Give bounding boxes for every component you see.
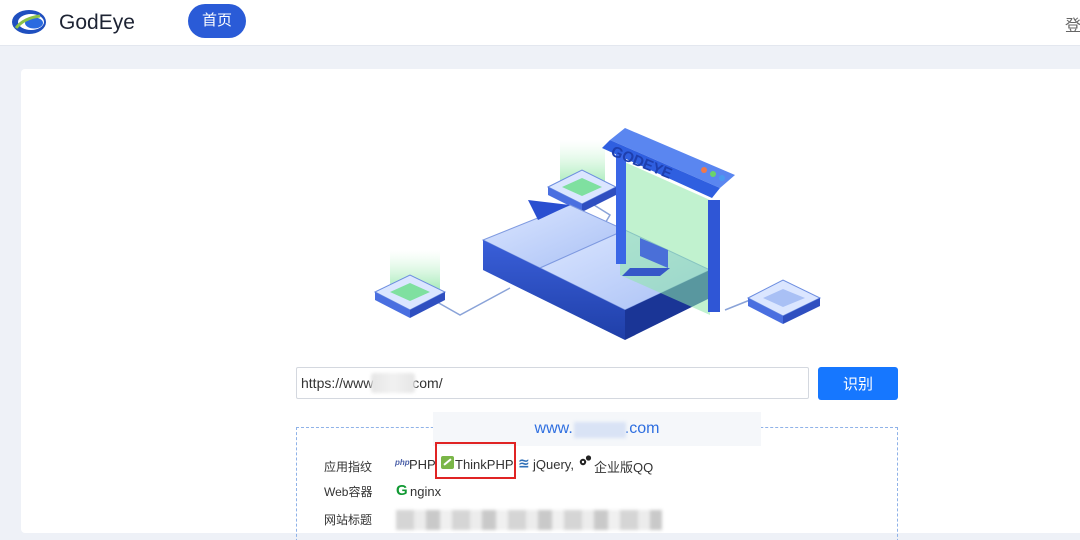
- domain-suffix: .com: [624, 420, 660, 437]
- fingerprint-php: PHP: [409, 457, 436, 472]
- brand-name[interactable]: GodEye: [59, 11, 135, 35]
- domain-redaction: [574, 422, 626, 438]
- web-container-value: nginx: [410, 484, 442, 499]
- domain-prefix: www.: [534, 420, 573, 437]
- nginx-logo-icon: G: [396, 482, 408, 499]
- qq-logo-icon: [579, 455, 592, 466]
- app-fingerprint-label: 应用指纹: [324, 460, 373, 474]
- site-title-redaction: [396, 510, 662, 530]
- fingerprint-thinkphp: ThinkPHP: [455, 457, 514, 472]
- fingerprint-jquery: jQuery,: [533, 457, 574, 472]
- godeye-gate-illustration: GODEYE: [373, 128, 822, 340]
- web-container-label: Web容器: [324, 485, 373, 499]
- thinkphp-logo-icon: [441, 456, 454, 469]
- jquery-logo-icon: ≊: [518, 455, 530, 471]
- site-title-label: 网站标题: [324, 513, 373, 527]
- php-logo-icon: php: [395, 458, 410, 467]
- nav-home-tab[interactable]: 首页: [188, 4, 246, 38]
- godeye-logo-icon[interactable]: [10, 8, 48, 36]
- fingerprint-qq: 企业版QQ: [594, 460, 654, 475]
- top-navbar: GodEye 首页 登: [0, 0, 1080, 46]
- url-redaction: [371, 373, 415, 393]
- login-link[interactable]: 登: [1065, 12, 1080, 36]
- identify-button[interactable]: 识别: [818, 367, 898, 400]
